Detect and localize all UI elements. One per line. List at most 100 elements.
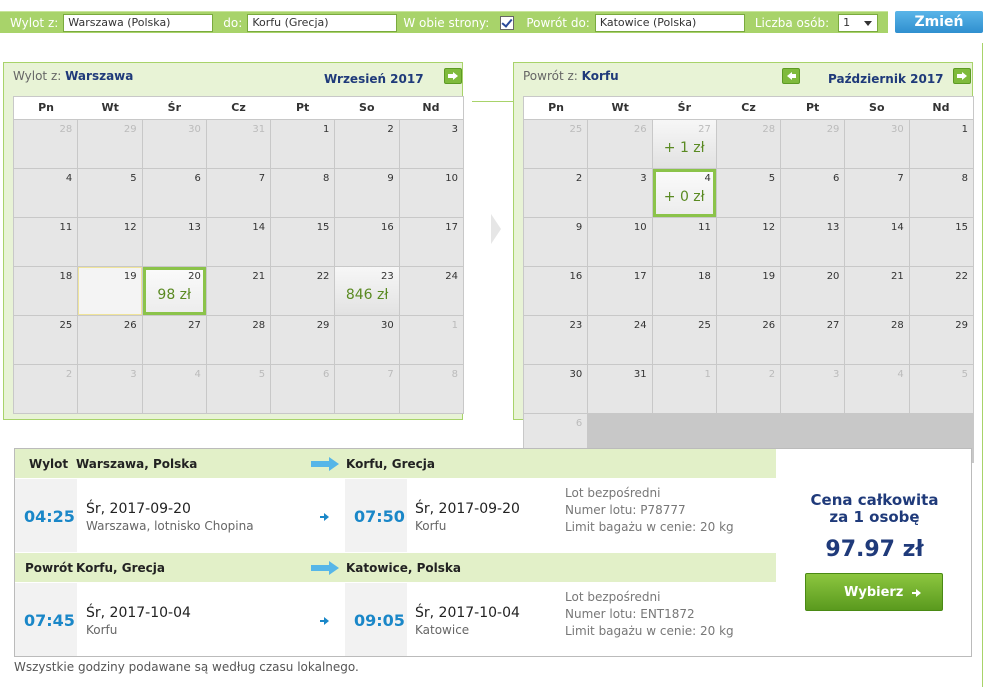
next-month-button[interactable] bbox=[444, 68, 462, 84]
day-number: 31 bbox=[252, 124, 266, 135]
calendar-day-with-price[interactable]: 23 846 zł bbox=[335, 267, 399, 315]
roundtrip-label: W obie strony: bbox=[403, 15, 490, 30]
arrow-right-icon bbox=[320, 513, 329, 521]
calendar-day: 3 bbox=[399, 120, 463, 168]
day-price: 846 zł bbox=[345, 287, 389, 303]
prev-month-button[interactable] bbox=[782, 68, 800, 84]
weekday-label: Pn bbox=[38, 101, 55, 114]
inbound-flight-number: Numer lotu: ENT1872 bbox=[565, 607, 695, 621]
calendar-day: 24 bbox=[399, 267, 463, 315]
calendar-day: 16 bbox=[335, 218, 399, 266]
day-number: 2 bbox=[387, 124, 394, 135]
day-number: 23 bbox=[569, 320, 583, 331]
calendar-day: 27 bbox=[142, 316, 206, 364]
calendar-day: 14 bbox=[206, 218, 271, 266]
calendar-day: 10 bbox=[399, 169, 463, 217]
inbound-leg-label: Powrót bbox=[25, 561, 74, 575]
day-number: 4 bbox=[897, 369, 904, 380]
change-search-button[interactable]: Zmień bbox=[895, 11, 983, 33]
to-input[interactable]: Korfu (Grecja) bbox=[247, 13, 398, 32]
day-number: 4 bbox=[704, 173, 711, 184]
day-number: 11 bbox=[698, 222, 711, 233]
calendar-day: 30 bbox=[142, 120, 206, 168]
day-number: 5 bbox=[768, 173, 776, 184]
calendar-day: 2 bbox=[524, 169, 588, 217]
outbound-to-city: Korfu, Grecja bbox=[346, 457, 435, 471]
inbound-arr-place: Katowice bbox=[415, 623, 470, 637]
day-number: 31 bbox=[633, 369, 647, 380]
calendar-day: 17 bbox=[399, 218, 463, 266]
total-price-label-line2: za 1 osobę bbox=[829, 508, 920, 526]
day-number: 20 bbox=[188, 271, 201, 282]
day-number: 21 bbox=[890, 271, 904, 282]
arrow-right-icon bbox=[453, 72, 458, 80]
outbound-arr-date: Śr, 2017-09-20 bbox=[415, 501, 520, 517]
weekday-label: So bbox=[359, 101, 375, 114]
outbound-title-city: Warszawa bbox=[65, 69, 134, 83]
arrow-right-icon bbox=[311, 457, 339, 471]
outbound-calendar: Wylot z: Warszawa Wrzesień 2017 Pn Wt Śr Cz… bbox=[3, 62, 464, 420]
weekday-label: Wt bbox=[101, 101, 119, 114]
day-number: 12 bbox=[123, 222, 137, 233]
inbound-arr-time: 09:05 bbox=[354, 611, 405, 630]
calendar-day: 26 bbox=[588, 120, 652, 168]
calendar-day: 29 bbox=[781, 120, 845, 168]
day-number: 29 bbox=[826, 124, 840, 135]
calendar-day: 15 bbox=[271, 218, 335, 266]
day-number: 26 bbox=[123, 320, 137, 331]
inbound-from-city: Korfu, Grecja bbox=[76, 561, 165, 575]
select-button-label: Wybierz bbox=[844, 585, 904, 600]
calendar-day: 28 bbox=[206, 316, 271, 364]
outbound-arr-time: 07:50 bbox=[354, 507, 405, 526]
calendar-day: 17 bbox=[588, 267, 652, 315]
day-number: 24 bbox=[633, 320, 647, 331]
day-number: 10 bbox=[445, 173, 458, 184]
outbound-flight-info: Lot bezpośredni Numer lotu: P78777 Limit… bbox=[565, 485, 734, 536]
arrow-right-icon bbox=[912, 589, 921, 597]
day-number: 27 bbox=[188, 320, 201, 331]
day-number: 14 bbox=[890, 222, 904, 233]
day-price: + 1 zł bbox=[663, 140, 705, 156]
day-number: 3 bbox=[130, 369, 137, 380]
day-number: 28 bbox=[59, 124, 73, 135]
outbound-leg-label: Wylot bbox=[29, 457, 69, 471]
inbound-dep-date: Śr, 2017-10-04 bbox=[86, 605, 191, 621]
next-month-button-return[interactable] bbox=[953, 68, 971, 84]
weekday-label: Nd bbox=[932, 101, 950, 114]
day-number: 21 bbox=[252, 271, 266, 282]
select-button[interactable]: Wybierz bbox=[805, 573, 943, 611]
persons-select[interactable]: 1 bbox=[838, 13, 879, 32]
calendar-day: 22 bbox=[271, 267, 335, 315]
chevron-right-icon bbox=[491, 214, 501, 244]
return-input[interactable]: Katowice (Polska) bbox=[594, 13, 745, 32]
day-number: 12 bbox=[762, 222, 776, 233]
weekday-label: Pn bbox=[548, 101, 565, 114]
day-number: 28 bbox=[762, 124, 776, 135]
calendar-day: 15 bbox=[909, 218, 973, 266]
weekday-label: Wt bbox=[611, 101, 629, 114]
weekday-label: Cz bbox=[741, 101, 756, 114]
day-number: 15 bbox=[316, 222, 330, 233]
calendar-day: 25 bbox=[524, 120, 588, 168]
calendar-day-with-price[interactable]: 4 + 0 zł bbox=[652, 169, 716, 217]
day-number: 1 bbox=[961, 124, 968, 135]
calendar-day: 1 bbox=[652, 365, 716, 413]
day-number: 5 bbox=[130, 173, 137, 184]
calendar-day: 2 bbox=[716, 365, 781, 413]
calendar-day: 29 bbox=[78, 120, 142, 168]
calendar-day: 1 bbox=[909, 120, 973, 168]
outbound-leg-header: Wylot Warszawa, Polska Korfu, Grecja bbox=[15, 449, 776, 478]
calendar-day: 3 bbox=[78, 365, 142, 413]
calendar-day: 3 bbox=[588, 169, 652, 217]
day-number: 1 bbox=[451, 320, 458, 331]
roundtrip-checkbox[interactable] bbox=[500, 15, 515, 30]
calendar-day-with-price[interactable]: 27 + 1 zł bbox=[652, 120, 716, 168]
calendar-day: 30 bbox=[845, 120, 909, 168]
from-input[interactable]: Warszawa (Polska) bbox=[63, 13, 214, 32]
calendar-day-with-price[interactable]: 20 98 zł bbox=[142, 267, 206, 315]
calendar-day: 1 bbox=[271, 120, 335, 168]
calendar-day: 28 bbox=[716, 120, 781, 168]
day-number: 10 bbox=[633, 222, 647, 233]
calendar-day: 20 bbox=[781, 267, 845, 315]
return-calendar-title: Powrót z: Korfu bbox=[523, 69, 619, 83]
